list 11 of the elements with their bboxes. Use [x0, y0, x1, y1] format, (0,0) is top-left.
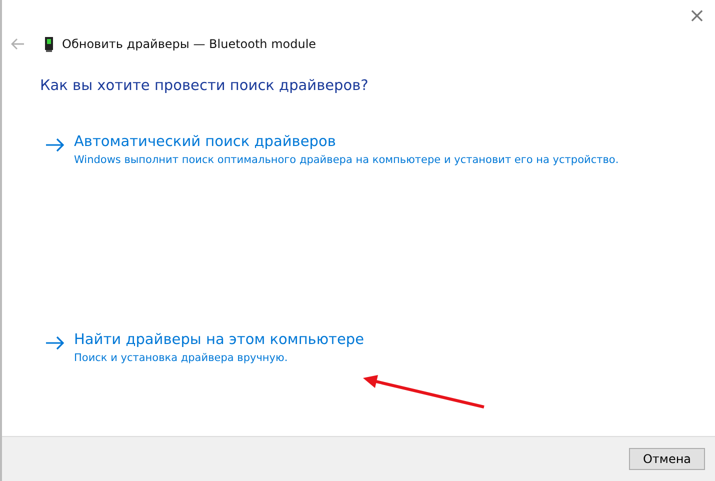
option-link[interactable]: Найти драйверы на этом компьютере — [74, 332, 364, 348]
window-title: Обновить драйверы — Bluetooth module — [62, 37, 316, 51]
arrow-icon[interactable] — [45, 138, 65, 152]
option-link[interactable]: Автоматический поиск драйверов — [74, 134, 619, 150]
close-button[interactable]: × — [679, 0, 715, 30]
device-icon — [45, 36, 53, 52]
option-description: Поиск и установка драйвера вручную. — [74, 352, 289, 364]
heading: Как вы хотите провести поиск драйверов? — [40, 78, 370, 94]
cancel-button[interactable]: Отмена — [629, 448, 705, 470]
option-description: Windows выполнит поиск оптимального драйвера на компьютере и установит его на устройство. — [74, 154, 619, 166]
arrow-icon[interactable] — [45, 336, 65, 350]
